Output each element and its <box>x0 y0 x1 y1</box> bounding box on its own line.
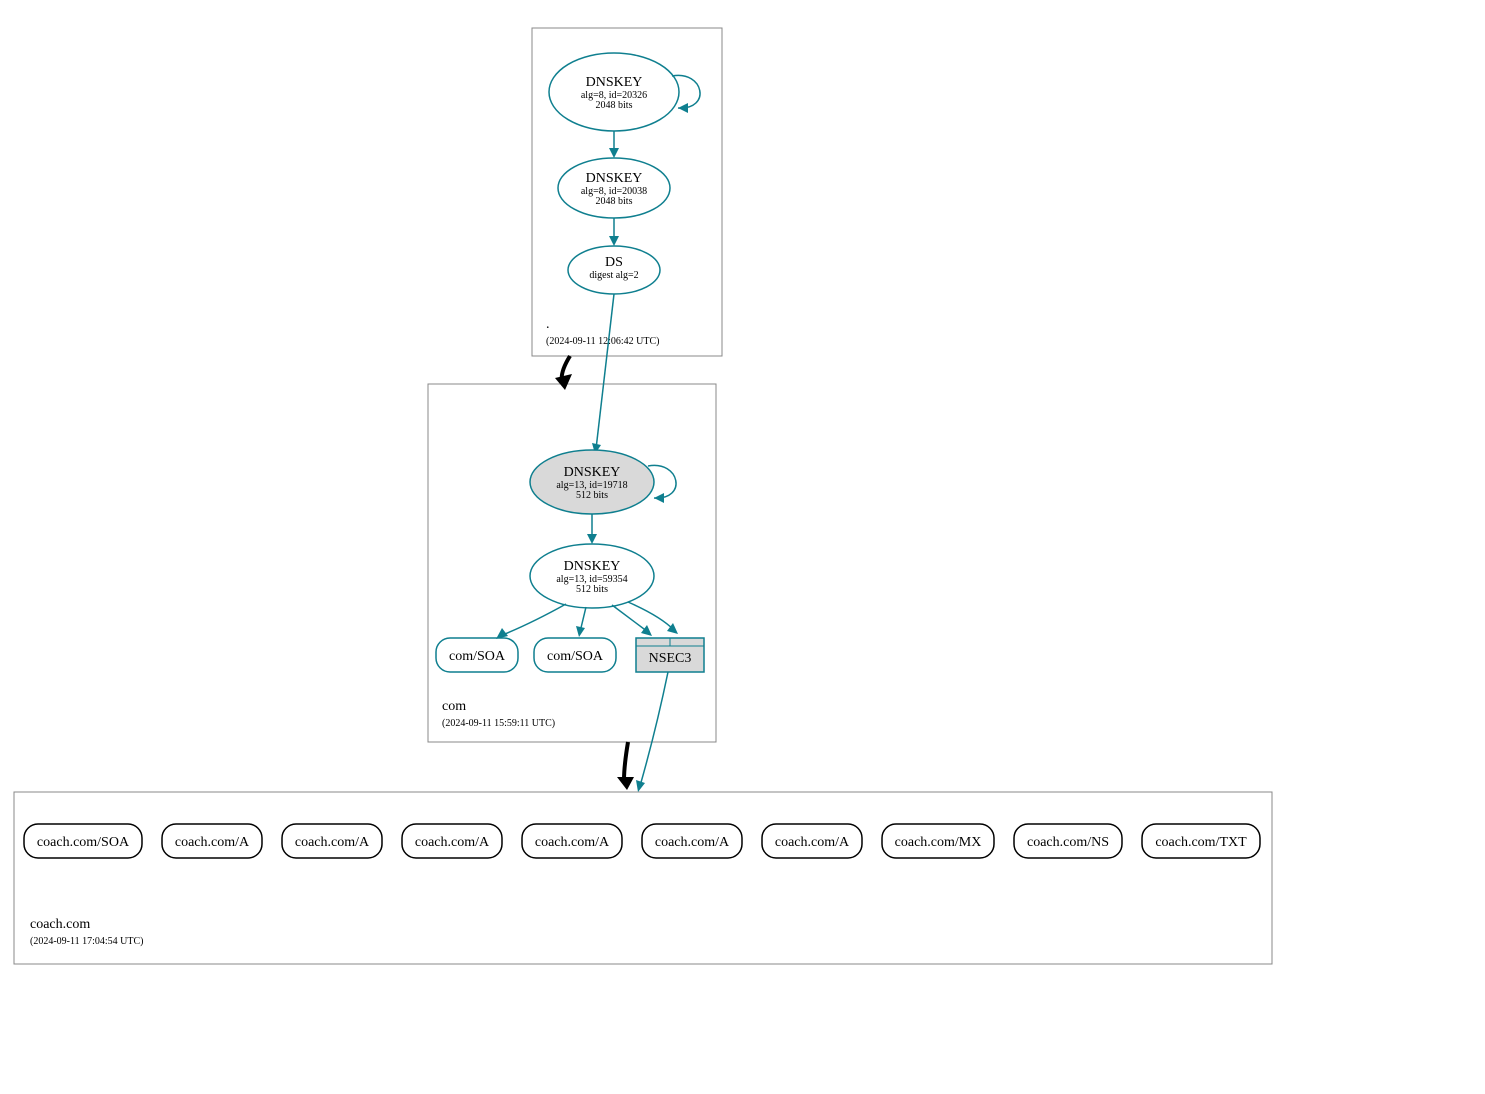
svg-text:digest alg=2: digest alg=2 <box>589 270 638 281</box>
zone-com-label: com <box>442 699 466 714</box>
node-coach-soa: coach.com/SOA <box>24 824 142 858</box>
edge-comzsk-nsec3-b <box>628 602 674 630</box>
node-root-ds: DS digest alg=2 <box>568 246 660 294</box>
svg-text:coach.com/A: coach.com/A <box>775 835 850 850</box>
svg-text:com/SOA: com/SOA <box>547 649 604 664</box>
node-root-ksk: DNSKEY alg=8, id=20326 2048 bits <box>549 53 679 131</box>
edge-nsec3-coach <box>640 672 668 786</box>
node-com-soa-2: com/SOA <box>534 638 616 672</box>
svg-text:com/SOA: com/SOA <box>449 649 506 664</box>
svg-text:coach.com/A: coach.com/A <box>535 835 610 850</box>
edge-comzsk-soa1 <box>500 604 566 636</box>
node-com-ksk: DNSKEY alg=13, id=19718 512 bits <box>530 450 654 514</box>
zone-coach-label: coach.com <box>30 917 90 932</box>
node-coach-a4: coach.com/A <box>522 824 622 858</box>
node-coach-txt: coach.com/TXT <box>1142 824 1260 858</box>
node-coach-a6: coach.com/A <box>762 824 862 858</box>
zone-root-time: (2024-09-11 12:06:42 UTC) <box>546 336 660 347</box>
svg-text:512 bits: 512 bits <box>576 584 608 595</box>
edge-zone-com-to-coach <box>624 742 628 780</box>
svg-text:coach.com/A: coach.com/A <box>655 835 730 850</box>
svg-text:coach.com/NS: coach.com/NS <box>1027 835 1109 850</box>
node-coach-a1: coach.com/A <box>162 824 262 858</box>
zone-com-time: (2024-09-11 15:59:11 UTC) <box>442 718 555 729</box>
svg-text:DNSKEY: DNSKEY <box>586 75 643 90</box>
svg-text:512 bits: 512 bits <box>576 490 608 501</box>
zone-coach-time: (2024-09-11 17:04:54 UTC) <box>30 936 144 947</box>
zone-root-label: . <box>546 317 550 332</box>
svg-text:DNSKEY: DNSKEY <box>586 171 643 186</box>
node-coach-a3: coach.com/A <box>402 824 502 858</box>
node-coach-ns: coach.com/NS <box>1014 824 1122 858</box>
node-coach-a2: coach.com/A <box>282 824 382 858</box>
node-coach-mx: coach.com/MX <box>882 824 994 858</box>
svg-text:coach.com/A: coach.com/A <box>415 835 490 850</box>
edge-ds-comksk <box>596 294 614 449</box>
svg-text:NSEC3: NSEC3 <box>649 651 692 666</box>
svg-text:coach.com/A: coach.com/A <box>295 835 370 850</box>
svg-text:coach.com/A: coach.com/A <box>175 835 250 850</box>
svg-text:DNSKEY: DNSKEY <box>564 559 621 574</box>
svg-text:coach.com/SOA: coach.com/SOA <box>37 835 130 850</box>
zone-box-coach <box>14 792 1272 964</box>
svg-text:coach.com/TXT: coach.com/TXT <box>1155 835 1247 850</box>
node-nsec3: NSEC3 <box>636 638 704 672</box>
svg-text:2048 bits: 2048 bits <box>596 100 633 111</box>
svg-text:coach.com/MX: coach.com/MX <box>895 835 982 850</box>
node-com-soa-1: com/SOA <box>436 638 518 672</box>
node-com-zsk: DNSKEY alg=13, id=59354 512 bits <box>530 544 654 608</box>
svg-text:2048 bits: 2048 bits <box>596 196 633 207</box>
node-root-zsk: DNSKEY alg=8, id=20038 2048 bits <box>558 158 670 218</box>
svg-text:DNSKEY: DNSKEY <box>564 465 621 480</box>
node-coach-a5: coach.com/A <box>642 824 742 858</box>
dnssec-diagram: . (2024-09-11 12:06:42 UTC) com (2024-09… <box>0 0 1485 1094</box>
svg-text:DS: DS <box>605 255 623 270</box>
